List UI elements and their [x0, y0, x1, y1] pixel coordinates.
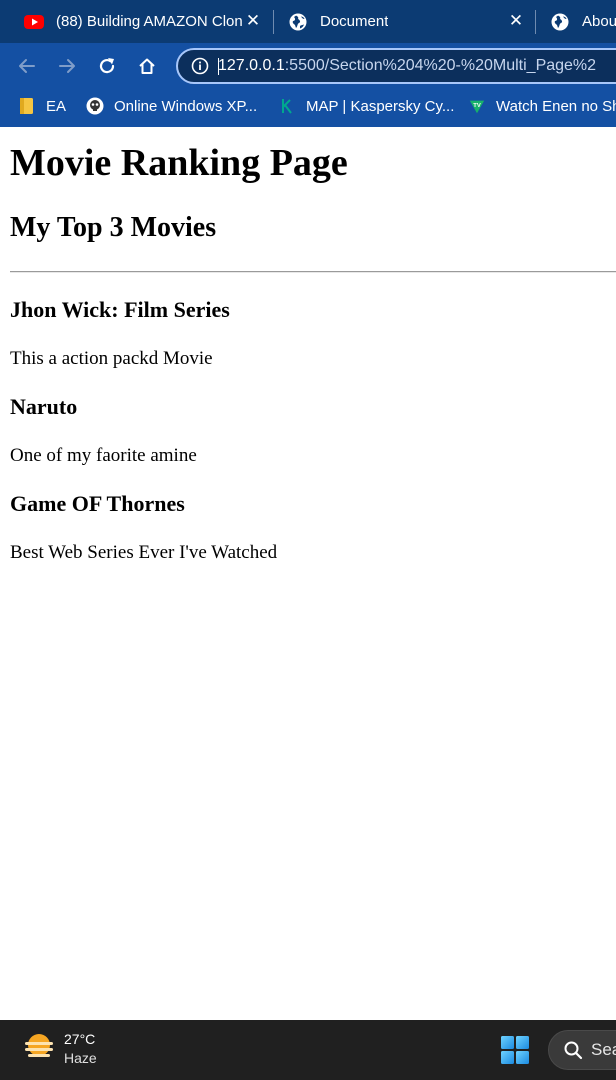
page-subtitle: My Top 3 Movies	[10, 212, 217, 243]
tab-about[interactable]: Abou	[550, 0, 616, 43]
search-label: Sea	[591, 1040, 616, 1059]
url-host: 127.0.0.1	[218, 57, 285, 74]
reload-icon[interactable]	[92, 51, 122, 81]
url-path: :5500/Section%204%20-%20Multi_Page%2	[284, 57, 597, 74]
site-info-icon[interactable]	[188, 54, 212, 78]
movie-title: Game OF Thornes	[10, 491, 185, 516]
weather-temperature: 27°C	[64, 1031, 96, 1047]
movie-description: Best Web Series Ever I've Watched	[10, 542, 278, 563]
weather-widget[interactable]: 27°C Haze	[22, 1030, 97, 1068]
page-content: Movie Ranking Page My Top 3 Movies Jhon …	[0, 127, 616, 1020]
divider	[10, 271, 616, 273]
bookmark-windows-xp[interactable]: Online Windows XP...	[86, 89, 257, 123]
url-text[interactable]: 127.0.0.1:5500/Section%204%20-%20Multi_P…	[218, 57, 596, 75]
movie-title: Naruto	[10, 394, 78, 419]
kaspersky-icon	[278, 97, 296, 115]
folder-icon	[18, 97, 36, 115]
search-icon	[563, 1040, 583, 1060]
forward-arrow-icon[interactable]	[52, 51, 82, 81]
bookmark-label: Online Windows XP...	[114, 97, 258, 115]
bookmark-label: MAP | Kaspersky Cy...	[306, 97, 455, 115]
tab-strip: (88) Building AMAZON Clon ✕ Document ✕ A…	[0, 0, 616, 43]
weather-condition: Haze	[64, 1050, 97, 1066]
bookmark-ea[interactable]: EA	[18, 89, 66, 123]
page-title: Movie Ranking Page	[10, 142, 348, 184]
movie-description: This a action packd Movie	[10, 348, 213, 369]
browser-toolbar: 127.0.0.1:5500/Section%204%20-%20Multi_P…	[0, 43, 616, 89]
tab-title: Abou	[582, 13, 616, 30]
bookmarks-bar: EA Online Windows XP... MAP | Kaspersky …	[0, 89, 616, 127]
close-tab-icon[interactable]: ✕	[506, 11, 526, 31]
tab-document[interactable]: Document	[288, 0, 498, 43]
windows-start-icon[interactable]	[500, 1035, 530, 1065]
bookmark-label: EA	[46, 97, 67, 115]
tab-separator	[535, 10, 536, 34]
home-icon[interactable]	[132, 51, 162, 81]
back-arrow-icon[interactable]	[12, 51, 42, 81]
svg-text:TV: TV	[473, 103, 481, 109]
movie-description: One of my faorite amine	[10, 445, 197, 466]
haze-weather-icon	[22, 1032, 56, 1067]
globe-icon	[550, 12, 570, 32]
movie-title: Jhon Wick: Film Series	[10, 297, 230, 322]
tv-icon: TV	[468, 97, 486, 115]
taskbar: 27°C Haze Sea	[0, 1020, 616, 1080]
bookmark-kaspersky[interactable]: MAP | Kaspersky Cy...	[278, 89, 454, 123]
text-caret	[218, 58, 219, 75]
tab-youtube[interactable]: (88) Building AMAZON Clon	[24, 0, 246, 43]
taskbar-search[interactable]: Sea	[548, 1030, 616, 1070]
tab-title: (88) Building AMAZON Clon	[56, 13, 243, 30]
globe-icon	[288, 12, 308, 32]
skull-icon	[86, 97, 104, 115]
bookmark-watch-enen[interactable]: TV Watch Enen no Sh	[468, 89, 616, 123]
bookmark-label: Watch Enen no Sh	[496, 97, 616, 115]
address-bar[interactable]: 127.0.0.1:5500/Section%204%20-%20Multi_P…	[176, 48, 616, 84]
tab-title: Document	[320, 13, 389, 30]
tab-separator	[273, 10, 274, 34]
close-tab-icon[interactable]: ✕	[243, 11, 263, 31]
youtube-icon	[24, 12, 44, 32]
